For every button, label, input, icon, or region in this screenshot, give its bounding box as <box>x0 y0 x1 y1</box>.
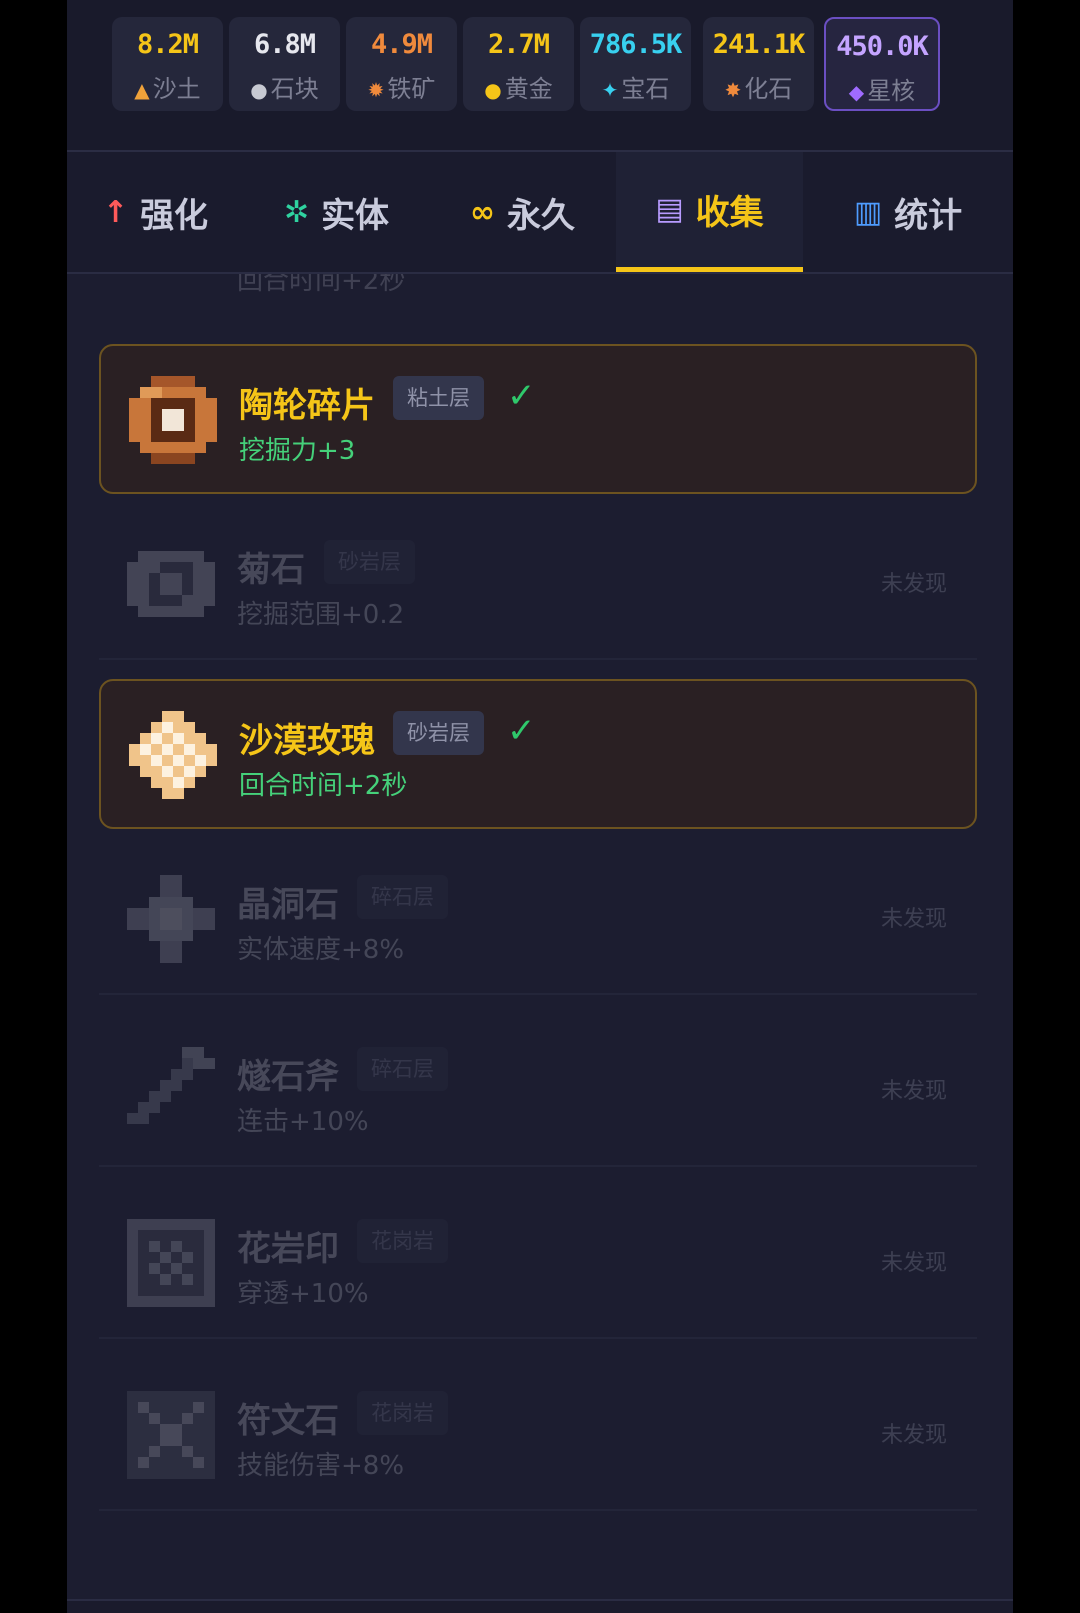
layer-badge: 砂岩层 <box>324 540 415 584</box>
resource-label: 化石 <box>744 75 793 103</box>
item-effect: 挖掘范围+0.2 <box>237 600 405 630</box>
resource-label: 黄金 <box>504 75 553 103</box>
flint-axe-icon <box>127 1047 215 1124</box>
gem-icon: ✦ <box>601 78 619 102</box>
item-effect: 实体速度+8% <box>237 935 405 965</box>
item-effect: 技能伤害+8% <box>237 1451 405 1481</box>
collection-item[interactable]: 沙漠玫瑰 砂岩层 ✓ 回合时间+2秒 <box>99 679 977 829</box>
collection-item[interactable]: 花岩印 花岗岩 穿透+10% 未发现 <box>99 1189 977 1339</box>
tab-label: 强化 <box>140 195 209 236</box>
item-name: 燧石斧 <box>237 1057 339 1097</box>
star-core-icon: ◆ <box>848 80 865 104</box>
layer-badge: 碎石层 <box>357 875 448 919</box>
previous-item-effect: 回合时间+2秒 <box>237 274 406 296</box>
found-check-icon: ✓ <box>507 711 536 751</box>
gold-icon: ● <box>484 78 502 102</box>
layer-badge: 花岗岩 <box>357 1219 448 1263</box>
collection-item[interactable]: 陶轮碎片 粘土层 ✓ 挖掘力+3 <box>99 344 977 494</box>
ammonite-icon <box>127 551 215 617</box>
layer-badge: 花岗岩 <box>357 1391 448 1435</box>
status-label: 未发现 <box>880 572 947 597</box>
tab-bar: ↑ 强化 ✲ 实体 ∞ 永久 ▤ 收集 ▥ 统计 <box>67 152 1013 274</box>
resource-sand[interactable]: 8.2M ▲ 沙土 <box>112 17 223 111</box>
collection-item[interactable]: 燧石斧 碎石层 连击+10% 未发现 <box>99 1017 977 1167</box>
item-effect: 连击+10% <box>237 1107 369 1137</box>
rock-icon: ● <box>250 78 268 102</box>
tab-label: 实体 <box>321 195 390 236</box>
resource-label: 星核 <box>867 77 916 105</box>
pottery-wheel-icon <box>129 376 217 464</box>
resource-value: 241.1K <box>712 29 806 60</box>
item-name: 花岩印 <box>237 1229 339 1269</box>
resource-fossil[interactable]: 241.1K ✸ 化石 <box>703 17 814 111</box>
tab-permanent[interactable]: ∞ 永久 <box>429 152 616 272</box>
list-bottom-edge <box>67 1599 1013 1613</box>
previous-item-partial: 回合时间+2秒 <box>147 274 405 302</box>
status-label: 未发现 <box>880 1423 947 1448</box>
tab-label: 永久 <box>507 195 575 236</box>
collection-list[interactable]: 回合时间+2秒 陶轮碎片 粘土层 ✓ 挖掘力+3 菊石 砂岩层 挖掘范围+0.2… <box>67 274 1013 1613</box>
resource-label: 铁矿 <box>387 75 436 103</box>
collection-item[interactable]: 晶洞石 碎石层 实体速度+8% 未发现 <box>99 845 977 995</box>
item-name: 晶洞石 <box>237 885 339 925</box>
rune-stone-icon <box>127 1391 215 1479</box>
resource-value: 6.8M <box>253 29 316 60</box>
status-label: 未发现 <box>880 907 947 932</box>
collection-item[interactable]: 菊石 砂岩层 挖掘范围+0.2 未发现 <box>99 510 977 660</box>
resource-value: 450.0K <box>836 31 929 62</box>
item-name: 菊石 <box>237 550 305 590</box>
granite-seal-icon <box>127 1219 215 1307</box>
resource-label: 沙土 <box>152 75 201 103</box>
gear-icon: ✲ <box>283 194 310 230</box>
tab-upgrade[interactable]: ↑ 强化 <box>67 152 244 272</box>
tab-stats[interactable]: ▥ 统计 <box>803 152 1013 272</box>
iron-ore-icon: ✹ <box>367 78 385 102</box>
status-label: 未发现 <box>880 1079 947 1104</box>
found-check-icon: ✓ <box>507 376 536 416</box>
book-icon: ▤ <box>655 192 684 227</box>
item-name: 沙漠玫瑰 <box>239 721 375 761</box>
resource-gem[interactable]: 786.5K ✦ 宝石 <box>580 17 691 111</box>
resource-gold[interactable]: 2.7M ● 黄金 <box>463 17 574 111</box>
infinity-icon: ∞ <box>470 194 495 230</box>
resource-iron[interactable]: 4.9M ✹ 铁矿 <box>346 17 457 111</box>
game-panel: 8.2M ▲ 沙土 6.8M ● 石块 4.9M ✹ 铁矿 2.7M ● 黄金 786.… <box>67 0 1013 1613</box>
desert-rose-icon <box>129 711 217 799</box>
item-name: 陶轮碎片 <box>239 386 375 426</box>
resource-label: 石块 <box>270 75 319 103</box>
geode-icon <box>127 875 215 963</box>
collection-item[interactable]: 符文石 花岗岩 技能伤害+8% 未发现 <box>99 1361 977 1511</box>
item-effect: 回合时间+2秒 <box>239 771 408 801</box>
resource-value: 2.7M <box>487 29 550 60</box>
resource-value: 786.5K <box>589 29 683 60</box>
status-label: 未发现 <box>880 1251 947 1276</box>
layer-badge: 粘土层 <box>393 376 484 420</box>
resource-value: 8.2M <box>136 29 199 60</box>
layer-badge: 碎石层 <box>357 1047 448 1091</box>
resource-bar: 8.2M ▲ 沙土 6.8M ● 石块 4.9M ✹ 铁矿 2.7M ● 黄金 786.… <box>67 0 1013 152</box>
arrow-up-icon: ↑ <box>102 194 129 230</box>
item-effect: 挖掘力+3 <box>239 436 356 466</box>
resource-star-core[interactable]: 450.0K ◆ 星核 <box>824 17 940 111</box>
item-effect: 穿透+10% <box>237 1279 369 1309</box>
tab-label: 收集 <box>695 193 764 233</box>
resource-stone[interactable]: 6.8M ● 石块 <box>229 17 340 111</box>
tab-label: 统计 <box>894 195 963 236</box>
bar-chart-icon: ▥ <box>853 194 883 230</box>
fossil-icon: ✸ <box>724 78 742 102</box>
layer-badge: 砂岩层 <box>393 711 484 755</box>
sand-pile-icon: ▲ <box>134 78 150 102</box>
resource-value: 4.9M <box>370 29 433 60</box>
tab-entity[interactable]: ✲ 实体 <box>244 152 429 272</box>
resource-label: 宝石 <box>621 75 670 103</box>
item-name: 符文石 <box>237 1401 339 1441</box>
tab-collection[interactable]: ▤ 收集 <box>616 152 803 272</box>
